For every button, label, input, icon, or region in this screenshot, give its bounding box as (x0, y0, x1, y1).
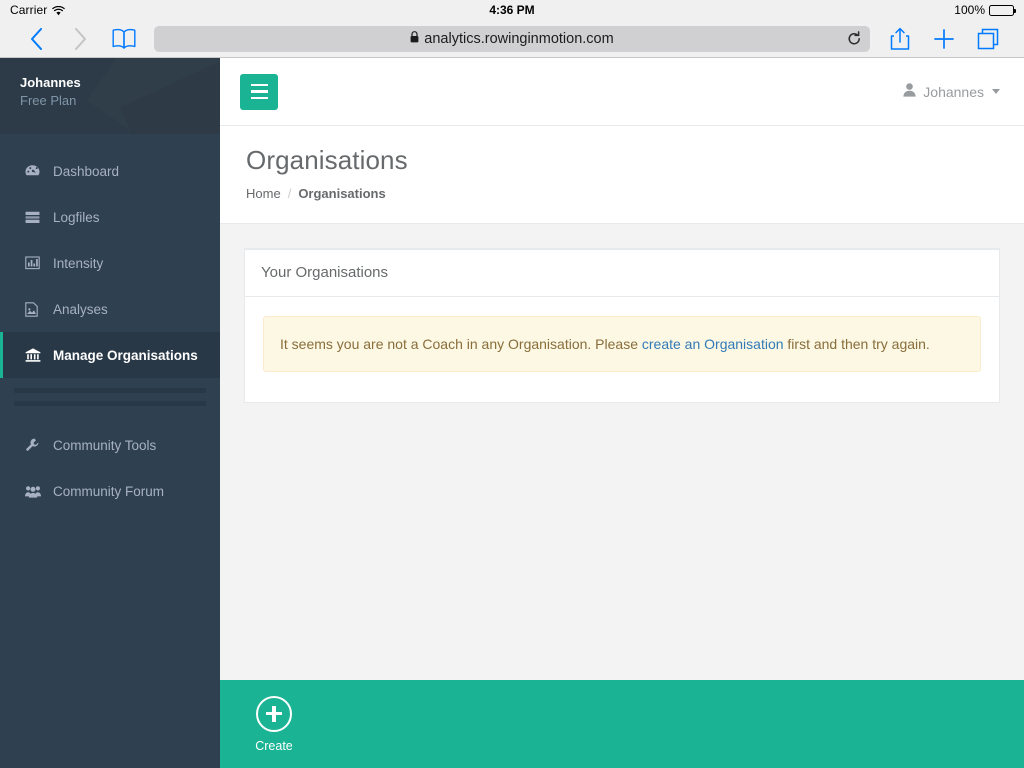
page-body: Your Organisations It seems you are not … (220, 224, 1024, 680)
sidebar-toggle-button[interactable] (240, 74, 278, 110)
wrench-icon (25, 438, 49, 452)
create-organisation-button[interactable]: Create (244, 696, 304, 753)
users-icon (25, 485, 49, 498)
top-navbar: Johannes (220, 58, 1024, 126)
alert-text-before: It seems you are not a Coach in any Orga… (280, 336, 642, 352)
lock-icon (410, 31, 419, 46)
dashboard-icon (25, 164, 49, 178)
sidebar-item-manage-organisations[interactable]: Manage Organisations (0, 332, 220, 378)
wifi-icon (52, 5, 65, 15)
chevron-left-icon (30, 28, 43, 50)
page-header: Organisations Home / Organisations (220, 126, 1024, 224)
card-body: It seems you are not a Coach in any Orga… (245, 297, 999, 402)
bottom-action-bar: Create (220, 680, 1024, 768)
show-tabs-button[interactable] (966, 22, 1010, 56)
organisations-card: Your Organisations It seems you are not … (244, 248, 1000, 403)
sidebar-item-community-forum[interactable]: Community Forum (0, 468, 220, 514)
tabs-icon (977, 28, 999, 50)
ios-status-bar: Carrier 4:36 PM 100% (0, 0, 1024, 20)
share-button[interactable] (878, 22, 922, 56)
sidebar-item-label: Community Forum (49, 484, 164, 499)
page-title: Organisations (246, 144, 998, 178)
no-organisation-alert: It seems you are not a Coach in any Orga… (263, 316, 981, 372)
sidebar-item-label: Intensity (49, 256, 103, 271)
address-bar-content: analytics.rowinginmotion.com (410, 31, 613, 47)
status-bar-right: 100% (954, 3, 1014, 17)
breadcrumb-home-link[interactable]: Home (246, 186, 281, 201)
book-icon (111, 27, 137, 51)
share-icon (890, 27, 910, 51)
sidebar-item-label: Analyses (49, 302, 108, 317)
sidebar-item-label: Manage Organisations (49, 348, 198, 363)
bookmarks-button[interactable] (102, 22, 146, 56)
browser-toolbar: analytics.rowinginmotion.com (0, 20, 1024, 58)
alert-text-after: first and then try again. (784, 336, 930, 352)
sidebar-plan-label: Free Plan (20, 92, 200, 110)
hamburger-icon-bar (251, 97, 268, 100)
hamburger-icon-bar (251, 90, 268, 93)
create-button-label: Create (255, 739, 293, 753)
address-bar[interactable]: analytics.rowinginmotion.com (154, 26, 870, 52)
battery-percent-label: 100% (954, 3, 985, 17)
new-tab-button[interactable] (922, 22, 966, 56)
user-icon (903, 83, 916, 100)
logfiles-icon (25, 211, 49, 224)
create-organisation-link[interactable]: create an Organisation (642, 336, 784, 352)
sidebar-divider (0, 378, 220, 420)
status-bar-clock: 4:36 PM (0, 3, 1024, 17)
sidebar: Johannes Free Plan Dashboard (0, 58, 220, 768)
user-menu-label: Johannes (923, 84, 984, 100)
breadcrumb-current: Organisations (298, 186, 385, 201)
card-title: Your Organisations (261, 264, 388, 281)
content-column: Johannes Organisations Home / Organisati… (220, 58, 1024, 768)
plus-circle-icon (256, 696, 292, 732)
app-container: Johannes Free Plan Dashboard (0, 58, 1024, 768)
bank-icon (25, 348, 49, 362)
image-file-icon (25, 302, 49, 317)
bar-chart-icon (25, 256, 49, 270)
plus-icon (933, 28, 955, 50)
caret-down-icon (992, 89, 1000, 94)
breadcrumb: Home / Organisations (246, 186, 998, 201)
carrier-label: Carrier (10, 3, 47, 17)
user-menu-dropdown[interactable]: Johannes (903, 83, 1004, 100)
sidebar-item-dashboard[interactable]: Dashboard (0, 148, 220, 194)
sidebar-item-analyses[interactable]: Analyses (0, 286, 220, 332)
sidebar-user-name: Johannes (20, 74, 200, 92)
url-text: analytics.rowinginmotion.com (424, 31, 613, 47)
chevron-right-icon (74, 28, 87, 50)
sidebar-item-logfiles[interactable]: Logfiles (0, 194, 220, 240)
reload-icon (847, 31, 862, 47)
card-header: Your Organisations (245, 250, 999, 297)
sidebar-item-label: Community Tools (49, 438, 156, 453)
sidebar-profile-header[interactable]: Johannes Free Plan (0, 58, 220, 134)
forward-button[interactable] (58, 22, 102, 56)
sidebar-community-list: Community Tools Community Forum (0, 420, 220, 514)
back-button[interactable] (14, 22, 58, 56)
status-bar-left: Carrier (10, 3, 65, 17)
breadcrumb-separator: / (288, 186, 292, 201)
sidebar-item-community-tools[interactable]: Community Tools (0, 422, 220, 468)
sidebar-item-label: Dashboard (49, 164, 119, 179)
reload-button[interactable] (847, 31, 862, 47)
battery-icon (989, 5, 1014, 16)
sidebar-nav-list: Dashboard Logfiles (0, 134, 220, 378)
sidebar-item-intensity[interactable]: Intensity (0, 240, 220, 286)
hamburger-icon-bar (251, 84, 268, 87)
sidebar-item-label: Logfiles (49, 210, 100, 225)
